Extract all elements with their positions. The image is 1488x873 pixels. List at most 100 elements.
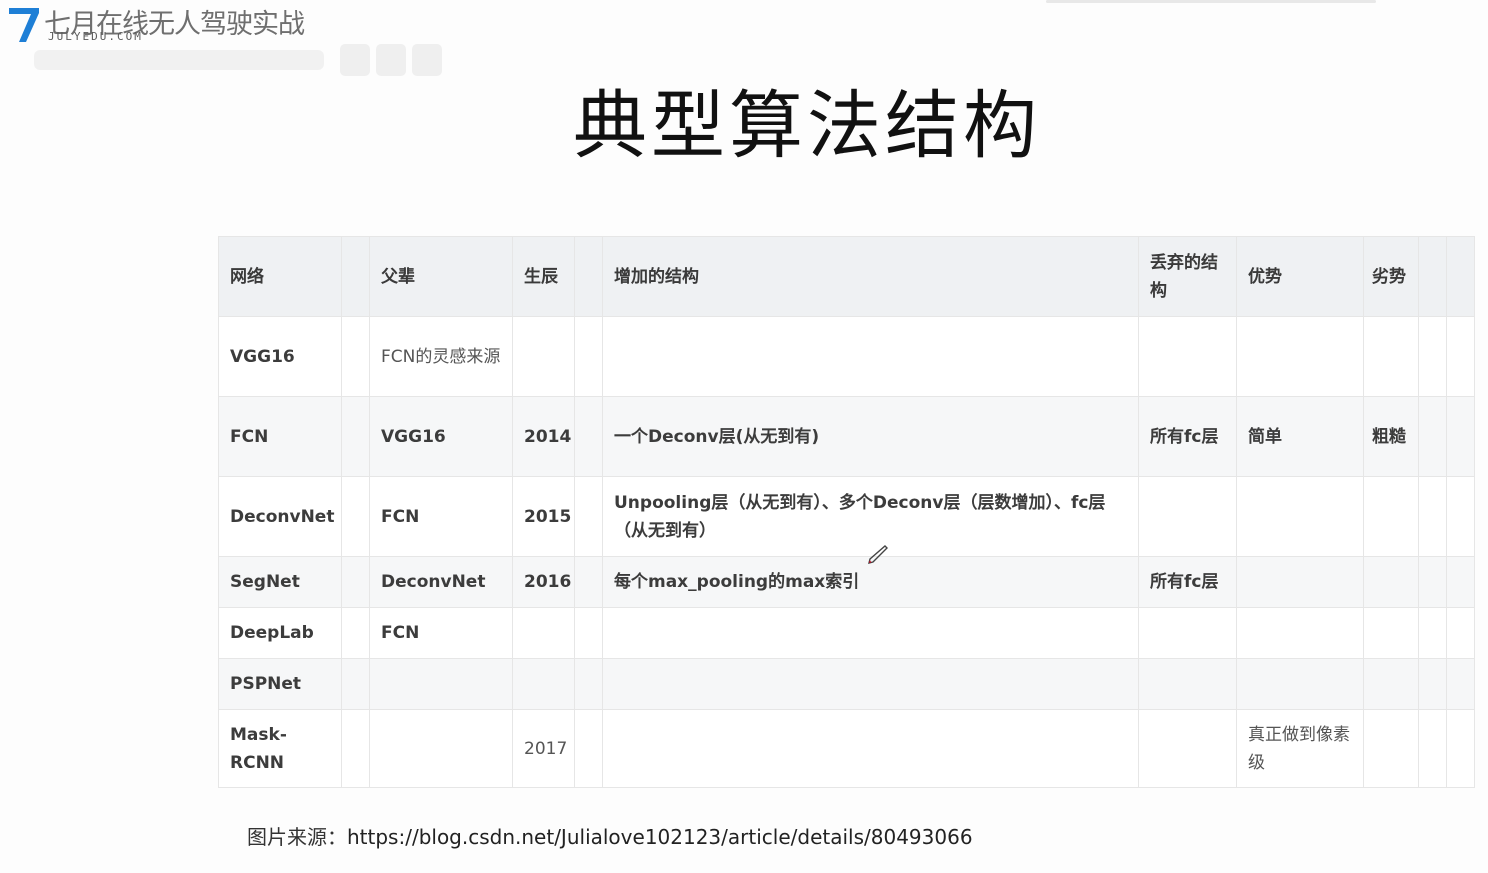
cell-advantage: 真正做到像素级 [1236,709,1364,788]
cell-spacer [1418,556,1447,608]
cell-year: 2017 [512,709,575,788]
cell-network: FCN [218,396,342,477]
header-year: 生辰 [512,236,575,317]
cell-spacer [341,476,370,557]
header-spacer [1446,236,1475,317]
image-source-line: 图片来源：https://blog.csdn.net/Julialove1021… [247,821,973,850]
algorithm-table-container: 网络 父辈 生辰 增加的结构 丢弃的结构 优势 劣势 VGG16 FCN的灵感来… [218,236,1475,788]
cell-dropped-structure: 所有fc层 [1138,396,1237,477]
cell-disadvantage [1363,556,1419,608]
header-spacer [341,236,370,317]
cell-parent: FCN [369,607,513,659]
cell-disadvantage [1363,607,1419,659]
table-row: DeconvNet FCN 2015 Unpooling层（从无到有）、多个De… [218,476,1475,557]
cell-disadvantage [1363,476,1419,557]
cell-spacer [1446,556,1475,608]
cell-spacer [574,476,603,557]
cell-year: 2016 [512,556,575,608]
cell-network: PSPNet [218,658,342,710]
cell-spacer [341,396,370,477]
cell-disadvantage [1363,709,1419,788]
cell-advantage [1236,607,1364,659]
table-row: PSPNet [218,658,1475,710]
header-disadvantage: 劣势 [1363,236,1419,317]
table-row: VGG16 FCN的灵感来源 [218,316,1475,397]
table-header-row: 网络 父辈 生辰 增加的结构 丢弃的结构 优势 劣势 [218,236,1475,317]
cell-added-structure: 一个Deconv层(从无到有) [602,396,1139,477]
cell-spacer [574,396,603,477]
cell-network: Mask-RCNN [218,709,342,788]
cell-year [512,658,575,710]
cell-parent [369,709,513,788]
source-url-link[interactable]: https://blog.csdn.net/Julialove102123/ar… [347,825,973,849]
cell-dropped-structure: 所有fc层 [1138,556,1237,608]
cell-network: DeepLab [218,607,342,659]
header-network: 网络 [218,236,342,317]
cell-spacer [1446,316,1475,397]
cell-advantage: 简单 [1236,396,1364,477]
cell-parent: FCN的灵感来源 [369,316,513,397]
cell-added-structure [602,658,1139,710]
cell-spacer [1446,607,1475,659]
cell-spacer [1418,476,1447,557]
cell-dropped-structure [1138,709,1237,788]
table-row: Mask-RCNN 2017 真正做到像素级 [218,709,1475,788]
cell-added-structure [602,709,1139,788]
slide-page: 七月在线无人驾驶实战 JULYEDU.COM 典型算法结构 网络 父辈 生辰 增… [0,0,1488,873]
source-label: 图片来源： [247,825,347,849]
cell-year [512,316,575,397]
cell-spacer [574,709,603,788]
cell-spacer [341,556,370,608]
cell-spacer [341,607,370,659]
cell-advantage [1236,316,1364,397]
cell-year: 2015 [512,476,575,557]
cell-network: SegNet [218,556,342,608]
table-row: FCN VGG16 2014 一个Deconv层(从无到有) 所有fc层 简单 … [218,396,1475,477]
cell-spacer [574,556,603,608]
header-spacer [1418,236,1447,317]
cell-parent: DeconvNet [369,556,513,608]
cell-parent: VGG16 [369,396,513,477]
cell-spacer [1418,607,1447,659]
cell-advantage [1236,556,1364,608]
cell-spacer [1446,396,1475,477]
cell-parent: FCN [369,476,513,557]
cell-network: DeconvNet [218,476,342,557]
cell-spacer [1418,658,1447,710]
cell-parent [369,658,513,710]
cell-spacer [574,607,603,659]
cell-network: VGG16 [218,316,342,397]
cell-disadvantage [1363,316,1419,397]
top-progress-bar [1046,0,1376,3]
cell-spacer [574,316,603,397]
cell-disadvantage: 粗糙 [1363,396,1419,477]
cell-spacer [1446,709,1475,788]
cell-spacer [574,658,603,710]
cell-year [512,607,575,659]
cell-added-structure [602,316,1139,397]
cell-disadvantage [1363,658,1419,710]
header-dropped-structure: 丢弃的结构 [1138,236,1237,317]
cell-added-structure [602,607,1139,659]
algorithm-structure-table: 网络 父辈 生辰 增加的结构 丢弃的结构 优势 劣势 VGG16 FCN的灵感来… [218,236,1475,788]
cell-dropped-structure [1138,476,1237,557]
header-added-structure: 增加的结构 [602,236,1139,317]
header-parent: 父辈 [369,236,513,317]
header-advantage: 优势 [1236,236,1364,317]
cell-spacer [341,316,370,397]
header-spacer [574,236,603,317]
cell-dropped-structure [1138,658,1237,710]
pen-cursor-icon [868,545,888,564]
cell-spacer [341,658,370,710]
cell-spacer [341,709,370,788]
table-row: SegNet DeconvNet 2016 每个max_pooling的max索… [218,556,1475,608]
cell-spacer [1446,476,1475,557]
cell-spacer [1418,316,1447,397]
cell-dropped-structure [1138,316,1237,397]
cell-advantage [1236,476,1364,557]
cell-spacer [1418,709,1447,788]
cell-spacer [1418,396,1447,477]
cell-spacer [1446,658,1475,710]
cell-dropped-structure [1138,607,1237,659]
slide-title: 典型算法结构 [573,83,1041,169]
